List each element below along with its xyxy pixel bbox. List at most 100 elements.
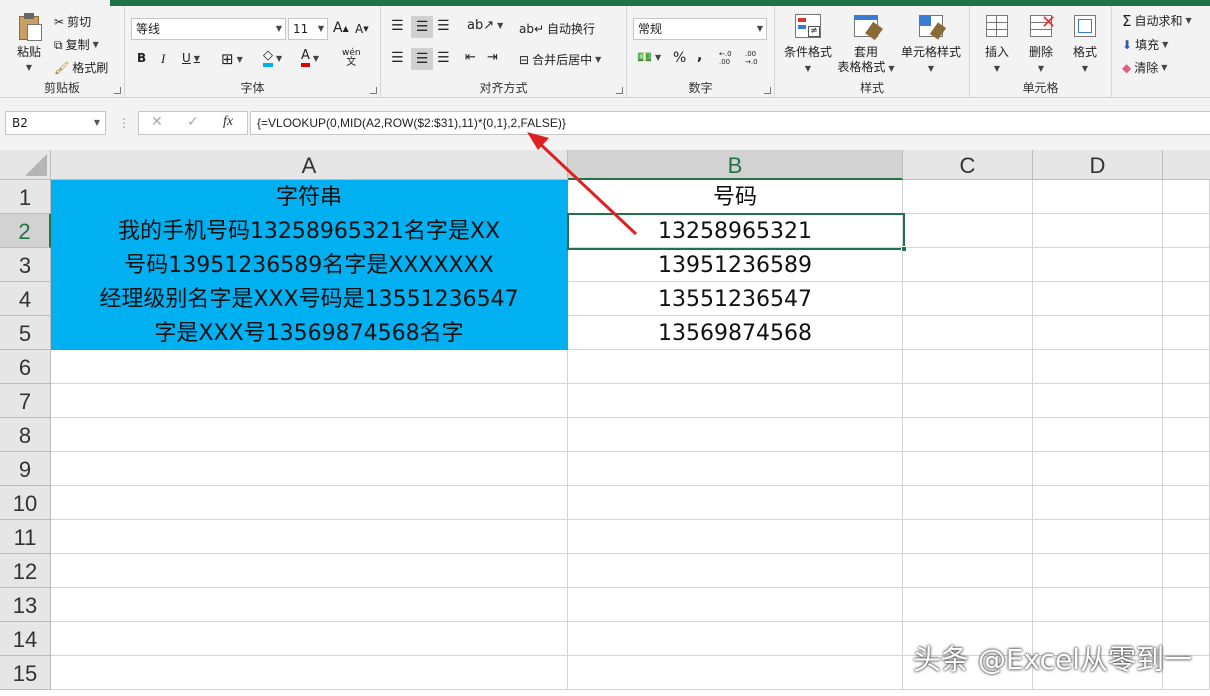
font-size-select[interactable]: 11 ▼ (288, 18, 328, 40)
align-middle-button[interactable]: ☰ (411, 16, 433, 38)
align-center-button[interactable]: ☰ (411, 48, 433, 70)
insert-cells-button[interactable]: 插入 ▼ (976, 12, 1018, 76)
empty-cell[interactable] (1033, 588, 1163, 622)
empty-cell[interactable] (1163, 520, 1210, 554)
empty-cell[interactable] (1163, 452, 1210, 486)
row-header-15[interactable]: 15 (0, 656, 51, 690)
empty-cell[interactable] (1033, 520, 1163, 554)
grow-font-button[interactable]: A ▲ (333, 20, 349, 36)
enter-icon[interactable]: ✓ (187, 114, 199, 130)
phonetic-button[interactable]: wén 文 (342, 49, 361, 68)
dialog-launcher-icon[interactable] (764, 87, 771, 94)
orientation-button[interactable]: ab↗ ▼ (467, 18, 503, 33)
insert-function-icon[interactable]: fx (223, 114, 233, 130)
row-header-2[interactable]: 2 (0, 214, 51, 248)
italic-button[interactable]: I (161, 51, 165, 67)
empty-cell[interactable] (1163, 282, 1210, 316)
cell-a2[interactable]: 我的手机号码13258965321名字是XX (51, 214, 568, 248)
cancel-icon[interactable]: ✕ (151, 114, 163, 130)
increase-decimal-button[interactable]: ←.0 .00 (719, 50, 741, 66)
column-header-a[interactable]: A (51, 150, 568, 180)
merge-center-button[interactable]: ⊟ 合并后居中 ▼ (519, 51, 601, 68)
cell-b3[interactable]: 13951236589 (568, 248, 903, 282)
empty-cell[interactable] (1163, 588, 1210, 622)
cell-styles-button[interactable]: 单元格样式 ▼ (897, 12, 965, 76)
empty-cell[interactable] (903, 282, 1033, 316)
empty-cell[interactable] (51, 418, 568, 452)
font-name-select[interactable]: 等线 ▼ (131, 18, 286, 40)
row-header-6[interactable]: 6 (0, 350, 51, 384)
comma-button[interactable]: , (697, 48, 702, 64)
empty-cell[interactable] (568, 622, 903, 656)
row-header-14[interactable]: 14 (0, 622, 51, 656)
empty-cell[interactable] (568, 384, 903, 418)
cut-button[interactable]: ✂ 剪切 (54, 13, 91, 30)
decrease-decimal-button[interactable]: .00 →.0 (745, 50, 767, 66)
empty-cell[interactable] (51, 452, 568, 486)
empty-cell[interactable] (51, 384, 568, 418)
empty-cell[interactable] (903, 316, 1033, 350)
empty-cell[interactable] (1163, 486, 1210, 520)
decrease-indent-button[interactable]: ⇤ (465, 50, 476, 65)
column-header-d[interactable]: D (1033, 150, 1163, 180)
empty-cell[interactable] (568, 486, 903, 520)
empty-cell[interactable] (568, 452, 903, 486)
row-header-7[interactable]: 7 (0, 384, 51, 418)
row-header-9[interactable]: 9 (0, 452, 51, 486)
empty-cell[interactable] (568, 350, 903, 384)
align-left-button[interactable]: ☰ (391, 50, 404, 66)
row-header-4[interactable]: 4 (0, 282, 51, 316)
empty-cell[interactable] (1033, 248, 1163, 282)
empty-cell[interactable] (903, 452, 1033, 486)
empty-cell[interactable] (1033, 180, 1163, 214)
empty-cell[interactable] (1163, 418, 1210, 452)
empty-cell[interactable] (1033, 486, 1163, 520)
column-header-b[interactable]: B (568, 150, 903, 180)
empty-cell[interactable] (1033, 452, 1163, 486)
cell-a4[interactable]: 经理级别名字是XXX号码是13551236547 (51, 282, 568, 316)
name-box[interactable]: B2 ▼ (5, 111, 106, 135)
empty-cell[interactable] (568, 418, 903, 452)
empty-cell[interactable] (903, 554, 1033, 588)
align-top-button[interactable]: ☰ (391, 18, 404, 34)
empty-cell[interactable] (51, 656, 568, 690)
empty-cell[interactable] (903, 180, 1033, 214)
empty-cell[interactable] (51, 486, 568, 520)
column-header-c[interactable]: C (903, 150, 1033, 180)
borders-button[interactable]: ⊞ ▼ (221, 50, 243, 68)
empty-cell[interactable] (903, 588, 1033, 622)
row-header-8[interactable]: 8 (0, 418, 51, 452)
row-header-12[interactable]: 12 (0, 554, 51, 588)
shrink-font-button[interactable]: A ▼ (355, 22, 369, 36)
empty-cell[interactable] (568, 520, 903, 554)
empty-cell[interactable] (1033, 554, 1163, 588)
empty-cell[interactable] (568, 588, 903, 622)
empty-cell[interactable] (1163, 350, 1210, 384)
empty-cell[interactable] (568, 554, 903, 588)
cell-b5[interactable]: 13569874568 (568, 316, 903, 350)
format-painter-button[interactable]: 🖌 格式刷 (54, 59, 108, 76)
empty-cell[interactable] (903, 520, 1033, 554)
empty-cell[interactable] (903, 486, 1033, 520)
clear-button[interactable]: ◆ 清除 ▼ (1122, 59, 1167, 76)
empty-cell[interactable] (903, 214, 1033, 248)
format-as-table-button[interactable]: 套用 表格格式 ▼ (837, 12, 895, 76)
empty-cell[interactable] (1163, 180, 1210, 214)
wrap-text-button[interactable]: ab↵ 自动换行 (519, 20, 595, 37)
empty-cell[interactable] (51, 588, 568, 622)
number-format-select[interactable]: 常规 ▼ (633, 18, 767, 40)
empty-cell[interactable] (1163, 214, 1210, 248)
percent-button[interactable]: % (673, 50, 686, 66)
select-all-button[interactable] (0, 150, 51, 180)
font-color-button[interactable]: A ▼ (301, 49, 319, 67)
cell-b1[interactable]: 号码 (568, 180, 903, 214)
row-header-13[interactable]: 13 (0, 588, 51, 622)
fill-handle[interactable] (901, 246, 907, 252)
empty-cell[interactable] (1163, 248, 1210, 282)
empty-cell[interactable] (903, 248, 1033, 282)
dialog-launcher-icon[interactable] (370, 87, 377, 94)
cell-b4[interactable]: 13551236547 (568, 282, 903, 316)
row-header-11[interactable]: 11 (0, 520, 51, 554)
empty-cell[interactable] (1033, 214, 1163, 248)
formula-bar-grip[interactable]: ⋮ (118, 116, 130, 130)
